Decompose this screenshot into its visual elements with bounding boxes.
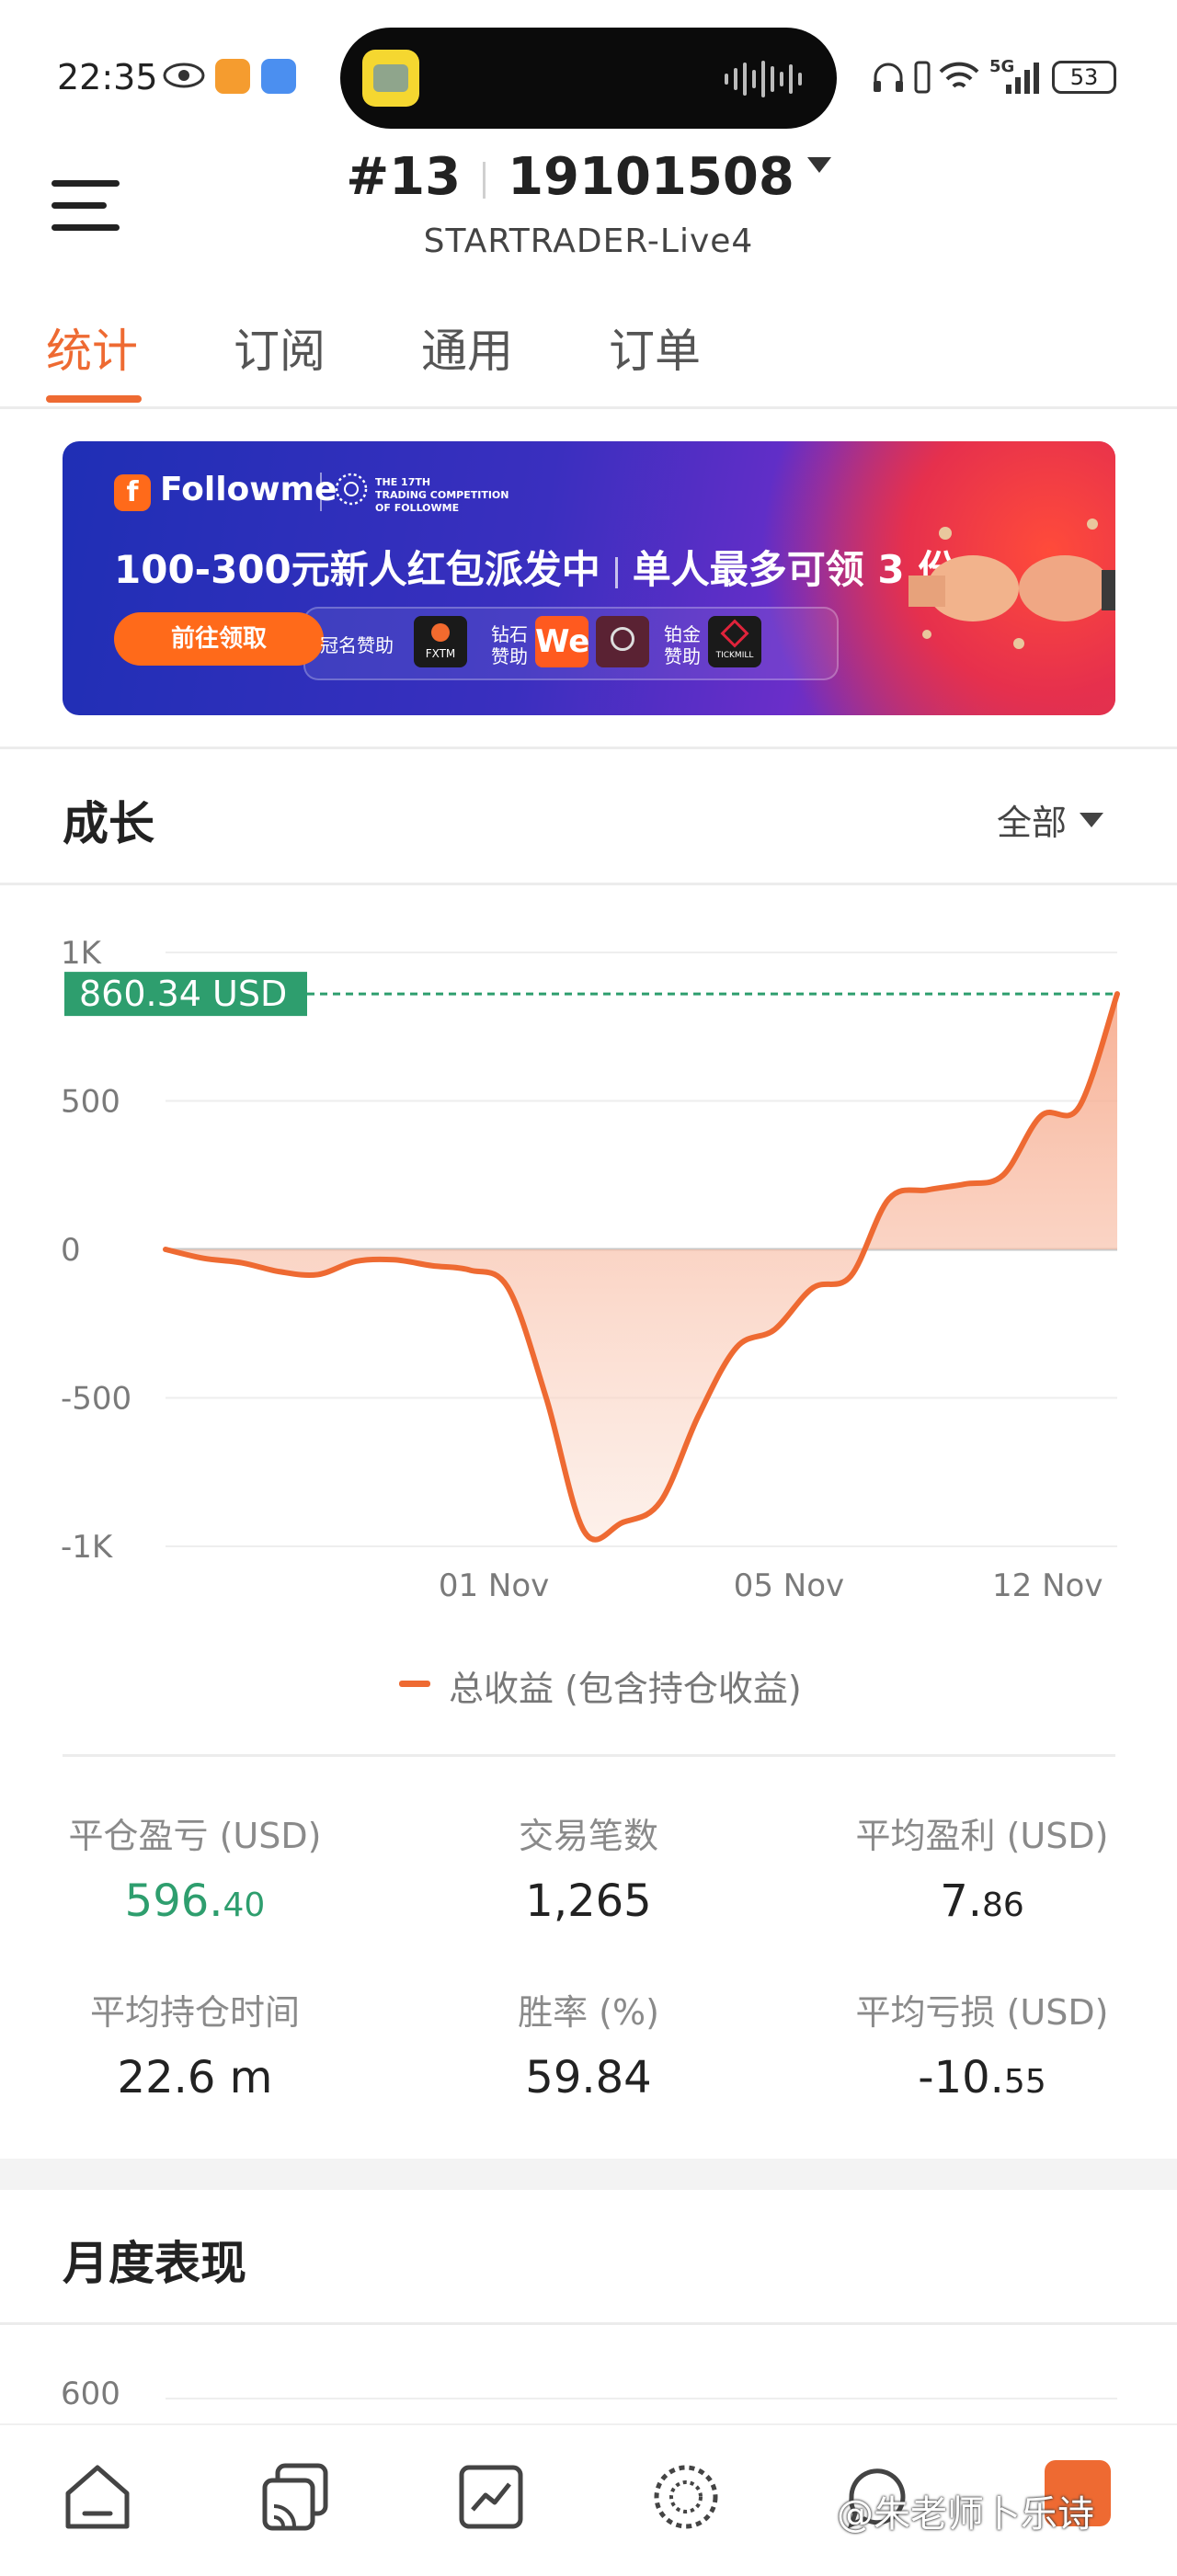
divider xyxy=(320,473,322,511)
current-value-label: 860.34 USD xyxy=(79,974,287,1014)
claim-button[interactable]: 前往领取 xyxy=(114,612,324,666)
divider xyxy=(0,747,1177,749)
wifi-icon xyxy=(939,62,979,88)
eye-icon xyxy=(163,63,205,88)
stat-label: 平仓盈亏 (USD) xyxy=(68,1816,322,1856)
x-tick-label: 12 Nov xyxy=(992,1567,1103,1604)
stat-label: 交易笔数 xyxy=(518,1816,658,1856)
y-tick-label: 1K xyxy=(61,935,103,972)
stat-int: 22.6 m xyxy=(117,2052,273,2103)
stat-label: 平均持仓时间 xyxy=(89,1992,300,2033)
signal-icon xyxy=(1006,63,1039,94)
account-selector[interactable]: #13 19101508 xyxy=(0,147,1177,207)
gridline xyxy=(166,2398,1117,2399)
competition-globe-icon xyxy=(335,473,368,506)
sponsor-label: 钻石 赞助 xyxy=(491,623,528,667)
divider xyxy=(0,406,1177,409)
competition-line: THE 17TH xyxy=(375,476,431,488)
tab-stats[interactable]: 统计 xyxy=(46,314,138,381)
stat-label: 平均亏损 (USD) xyxy=(855,1992,1109,2033)
sponsor-label-l2: 赞助 xyxy=(491,645,528,667)
divider xyxy=(0,2322,1177,2325)
tab-orders[interactable]: 订单 xyxy=(609,314,701,381)
stat-label: 胜率 (%) xyxy=(518,1992,659,2033)
stat-int: 7. xyxy=(940,1875,982,1927)
globe-icon[interactable] xyxy=(649,2460,723,2534)
watermark-text: @朱老师卜乐诗 xyxy=(837,2493,1094,2536)
growth-title: 成长 xyxy=(63,797,154,850)
fxtm-logo-icon: FXTM xyxy=(414,616,467,667)
banner-brand: Followme xyxy=(160,471,337,508)
copy-cast-icon[interactable] xyxy=(257,2460,331,2534)
banner-title-part1: 100-300元新人红包派发中 xyxy=(114,547,600,592)
we-logo-icon: We xyxy=(535,616,589,667)
stat-dec: 55 xyxy=(1003,2063,1046,2101)
sponsor-label-l1: 钻石 xyxy=(491,623,528,645)
status-time: 22:35 xyxy=(57,57,158,97)
island-app-icon xyxy=(362,50,419,107)
stat-int: 59.84 xyxy=(525,2052,652,2103)
browser-app-icon xyxy=(261,59,296,94)
monthly-y-tick: 600 xyxy=(61,2376,120,2412)
monthly-title: 月度表现 xyxy=(63,2237,246,2290)
stat-dec: 86 xyxy=(981,1886,1024,1924)
vibrate-icon xyxy=(914,61,931,94)
growth-period-filter[interactable]: 全部 xyxy=(997,794,1104,845)
stat-int: 596. xyxy=(124,1875,223,1927)
section-separator xyxy=(0,2159,1177,2190)
tickmill-logo-icon: TICKMILL xyxy=(708,616,761,667)
tickmill-logo-text: TICKMILL xyxy=(715,651,754,660)
y-tick-label: 500 xyxy=(61,1084,120,1121)
stat-int: -10. xyxy=(918,2052,1004,2103)
sponsor-label: 铂金 赞助 xyxy=(664,623,701,667)
ec-financial-logo-icon xyxy=(596,616,649,667)
banner-title: 100-300元新人红包派发中 单人最多可领 3 份 xyxy=(114,539,956,595)
account-rank: #13 xyxy=(346,147,462,207)
legend-label: 总收益 (包含持仓收益) xyxy=(449,1669,802,1709)
chevron-down-icon xyxy=(1080,812,1104,827)
stat-value-win-rate: 59.84 xyxy=(423,2052,754,2103)
account-number: 19101508 xyxy=(508,147,794,207)
chevron-down-icon xyxy=(806,157,831,174)
chart-icon[interactable] xyxy=(454,2460,528,2534)
server-name: STARTRADER-Live4 xyxy=(423,222,754,260)
y-tick-label: 0 xyxy=(61,1232,81,1269)
legend-swatch xyxy=(399,1681,430,1687)
growth-area xyxy=(166,994,1117,1540)
divider xyxy=(0,883,1177,885)
stat-int: 1,265 xyxy=(525,1875,652,1927)
y-tick-label: -1K xyxy=(61,1529,114,1566)
sponsor-label-l2: 赞助 xyxy=(664,645,701,667)
stat-value-trade-count: 1,265 xyxy=(423,1875,754,1927)
fist-bump-illustration xyxy=(908,519,1115,649)
followme-logo-icon: f xyxy=(114,474,151,511)
heart-app-icon xyxy=(215,59,250,94)
growth-filter-label: 全部 xyxy=(997,803,1068,843)
stat-value-avg-hold-time: 22.6 m xyxy=(29,2052,360,2103)
x-tick-label: 05 Nov xyxy=(734,1567,844,1604)
tab-subscribe[interactable]: 订阅 xyxy=(234,314,326,381)
competition-line: TRADING COMPETITION xyxy=(375,489,509,501)
active-tab-indicator xyxy=(46,395,142,403)
sponsor-label: 冠名赞助 xyxy=(320,634,394,656)
stat-value-avg-loss: -10.55 xyxy=(817,2052,1148,2103)
promo-banner[interactable]: f Followme THE 17TH TRADING COMPETITION … xyxy=(63,441,1115,715)
headphones-icon xyxy=(874,63,903,92)
battery-icon: 53 xyxy=(1052,61,1116,94)
stat-value-avg-profit: 7.86 xyxy=(817,1875,1148,1927)
tab-general[interactable]: 通用 xyxy=(421,314,513,381)
dynamic-island xyxy=(340,28,837,129)
fxtm-logo-text: FXTM xyxy=(425,647,456,660)
x-tick-label: 01 Nov xyxy=(439,1567,549,1604)
divider xyxy=(63,1754,1115,1757)
stat-dec: 40 xyxy=(223,1886,266,1924)
competition-line: OF FOLLOWME xyxy=(375,502,460,514)
sponsor-label-l1: 铂金 xyxy=(664,623,701,645)
stat-label: 平均盈利 (USD) xyxy=(855,1816,1109,1856)
growth-chart[interactable]: -1K -500 0 500 1K 01 Nov 05 Nov 12 Nov 860.34 U… xyxy=(0,910,1177,1627)
y-tick-label: -500 xyxy=(61,1381,131,1418)
home-icon[interactable] xyxy=(61,2460,134,2534)
stat-value-closed-pnl: 596.40 xyxy=(29,1875,360,1927)
audio-wave-icon xyxy=(725,61,802,97)
